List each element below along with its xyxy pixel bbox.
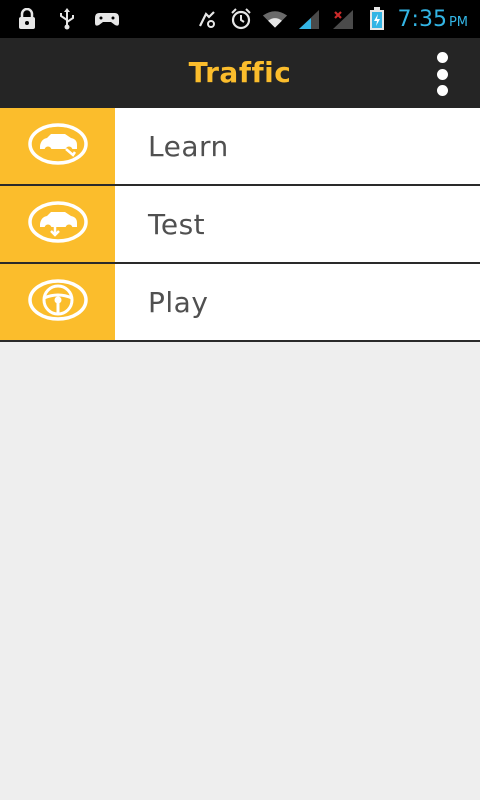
menu-item-label: Play (148, 286, 209, 319)
action-bar: Traffic (0, 38, 480, 108)
usb-icon (54, 6, 80, 32)
overflow-menu-icon[interactable] (434, 52, 450, 96)
app-title: Traffic (188, 56, 292, 89)
menu-item-learn[interactable]: Learn (0, 108, 480, 186)
menu-list: Learn Test Play (0, 108, 480, 342)
steering-wheel-icon (27, 278, 89, 326)
clock-ampm: PM (448, 14, 468, 30)
menu-item-play[interactable]: Play (0, 264, 480, 342)
car-learn-icon (27, 122, 89, 170)
overflow-dot (436, 68, 448, 80)
lock-icon (14, 6, 40, 32)
status-bar: 7:35 PM (0, 0, 480, 38)
menu-item-icon-box (0, 108, 115, 184)
signal-x-icon (330, 6, 356, 32)
signal-icon (296, 6, 322, 32)
status-time: 7:35 PM (398, 7, 468, 32)
car-test-icon (27, 200, 89, 248)
menu-item-label: Test (148, 208, 206, 241)
no-sound-icon (194, 6, 220, 32)
overflow-dot (436, 85, 448, 96)
status-bar-right: 7:35 PM (194, 0, 468, 38)
menu-item-icon-box (0, 264, 115, 340)
gamepad-icon (94, 6, 120, 32)
battery-icon (364, 6, 390, 32)
menu-item-icon-box (0, 186, 115, 262)
status-bar-left (14, 0, 120, 38)
alarm-icon (228, 6, 254, 32)
menu-item-label: Learn (148, 130, 229, 163)
menu-item-test[interactable]: Test (0, 186, 480, 264)
overflow-dot (436, 52, 448, 63)
wifi-icon (262, 6, 288, 32)
clock-time: 7:35 (397, 6, 447, 32)
